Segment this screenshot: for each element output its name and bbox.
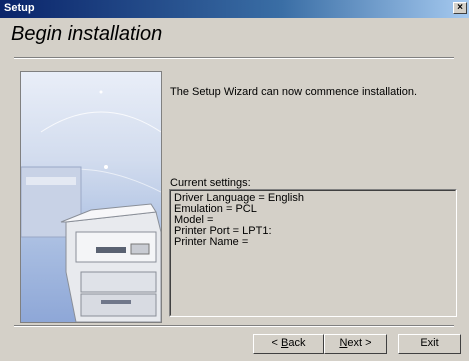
setting-emulation: Emulation = PCL xyxy=(174,203,257,215)
printer-illustration xyxy=(20,71,162,323)
footer-divider xyxy=(14,325,454,327)
page-title: Begin installation xyxy=(11,23,163,45)
header-divider xyxy=(14,57,454,59)
settings-box: Driver Language = English Emulation = PC… xyxy=(169,189,457,317)
close-icon: × xyxy=(457,2,463,13)
title-bar[interactable]: Setup × xyxy=(0,0,469,18)
close-button[interactable]: × xyxy=(453,2,467,14)
next-button[interactable]: Next > xyxy=(324,334,387,354)
back-rest: ack xyxy=(288,337,306,349)
wizard-message: The Setup Wizard can now commence instal… xyxy=(170,86,418,98)
current-settings-label: Current settings: xyxy=(170,177,251,189)
settings-list: Driver Language = English Emulation = PC… xyxy=(170,190,456,316)
back-prefix: < xyxy=(271,337,281,349)
window-title: Setup xyxy=(4,2,35,14)
printer-icon xyxy=(21,90,161,322)
next-suffix: > xyxy=(362,337,372,349)
back-button[interactable]: < Back xyxy=(253,334,324,354)
setting-printer-name: Printer Name = xyxy=(174,236,249,248)
setup-window: Setup × Begin installation The Setup Wiz… xyxy=(0,0,469,361)
exit-button[interactable]: Exit xyxy=(398,334,461,354)
next-rest: ext xyxy=(347,337,363,349)
